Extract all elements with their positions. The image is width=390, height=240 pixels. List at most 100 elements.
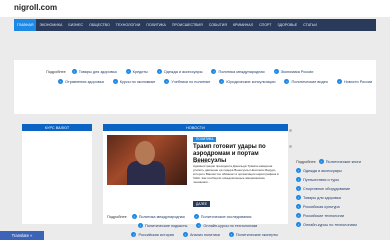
chevron-right-icon: ›: [296, 204, 301, 209]
news-summary: Администрация президента Дональда Трампа…: [193, 164, 279, 184]
promo-link[interactable]: › Политика международная: [211, 69, 265, 74]
promo-link[interactable]: › Одежда и аксессуары: [156, 69, 203, 74]
sidebar-row: › Онлайн-курсы по технологиям: [296, 220, 376, 229]
promo-links-block: Подробнее › Товары для здоровья › Кредиты › О…: [14, 60, 376, 114]
chevron-right-icon: ›: [196, 223, 202, 228]
news-category-tag[interactable]: ПОЛИТИКА: [193, 137, 217, 142]
sidebar-link-label: Путешествия и туры: [303, 177, 340, 182]
promo-link[interactable]: › Кредиты: [125, 69, 148, 74]
bottom-link-label: Политические эксперты: [235, 232, 278, 237]
nav-item[interactable]: СОБЫТИЯ: [206, 19, 230, 31]
sidebar-link-label: Спортивное оборудование: [303, 186, 351, 191]
sidebar-row: › Спортивное оборудование: [296, 184, 376, 193]
chevron-right-icon: ›: [219, 79, 225, 84]
sidebar-link[interactable]: › Одежда и аксессуары: [296, 168, 342, 173]
promo-label: Подробнее: [46, 69, 66, 74]
promo-link-label: Политика международная: [218, 69, 265, 74]
bottom-link-label: Политические исследования: [200, 214, 252, 219]
main-nav: ГЛАВНАЯ ЭКОНОМИКА БИЗНЕС ОБЩЕСТВО ТЕХНОЛОГИИ…: [14, 19, 376, 31]
bottom-link[interactable]: › Политические эксперты: [228, 232, 278, 237]
chevron-right-icon: ›: [58, 79, 63, 84]
chevron-right-icon: ›: [71, 69, 77, 74]
links-row: › Политические подкасты › Онлайн-курсы по т…: [107, 221, 287, 230]
promo-link[interactable]: › Курсы по экономике: [112, 79, 155, 84]
site-logo[interactable]: nigroll.com: [14, 3, 57, 12]
promo-link-label: Экономика России: [280, 69, 314, 74]
sidebar-link-label: Политические книги: [325, 159, 361, 164]
sidebar-link[interactable]: › Товары для здоровья: [296, 195, 341, 200]
chevron-right-icon: ›: [296, 186, 301, 191]
promo-link[interactable]: › Юридические консультации: [219, 79, 275, 84]
carousel-dot[interactable]: [289, 129, 292, 132]
sidebar-link[interactable]: › Путешествия и туры: [296, 177, 339, 182]
sidebar-label: Подробнее: [296, 159, 316, 164]
bottom-link[interactable]: › Политика международная: [131, 214, 185, 219]
chevron-right-icon: ›: [138, 223, 143, 228]
bottom-link-label: Анализ политики: [189, 232, 220, 237]
chevron-right-icon: ›: [193, 214, 199, 219]
bottom-link-label: Российская история: [138, 232, 174, 237]
promo-link[interactable]: › Учебники по политике: [164, 79, 210, 84]
bottom-link-label: Политические подкасты: [145, 223, 188, 228]
promo-link[interactable]: › Политические видео: [284, 79, 328, 84]
promo-link-label: Отравления здоровья: [65, 79, 104, 84]
chevron-right-icon: ›: [296, 168, 301, 173]
promo-link-label: Товары для здоровья: [78, 69, 117, 74]
nav-item[interactable]: ЭКОНОМИКА: [36, 19, 65, 31]
read-more-button[interactable]: ДАЛЕЕ: [193, 201, 211, 207]
nav-item[interactable]: ГЛАВНАЯ: [14, 19, 37, 31]
chevron-right-icon: ›: [284, 79, 290, 84]
chevron-right-icon: ›: [131, 214, 137, 219]
person-face: [135, 141, 155, 165]
chevron-right-icon: ›: [182, 232, 188, 237]
nav-item[interactable]: СПОРТ: [256, 19, 274, 31]
nav-item[interactable]: БИЗНЕС: [65, 19, 86, 31]
promo-link[interactable]: › Новости России: [336, 79, 372, 84]
chevron-right-icon: ›: [164, 79, 170, 84]
promo-row-1: Подробнее › Товары для здоровья › Кредиты › О…: [46, 69, 322, 74]
promo-row-2: › Отравления здоровья › Курсы по экономике ›…: [58, 79, 381, 84]
currency-panel-title: КУРС ВАЛЮТ: [22, 124, 92, 131]
chevron-right-icon: ›: [228, 232, 234, 237]
promo-link-label: Кредиты: [132, 69, 148, 74]
bottom-link[interactable]: › Анализ политики: [182, 232, 220, 237]
nav-item[interactable]: ПРОИСШЕСТВИЯ: [169, 19, 206, 31]
promo-link[interactable]: › Товары для здоровья: [71, 69, 117, 74]
promo-link[interactable]: › Экономика России: [273, 69, 314, 74]
links-row: › Российская история › Анализ политики › Поли…: [107, 230, 287, 239]
site-header: nigroll.com: [0, 0, 390, 17]
chevron-right-icon: ›: [112, 79, 118, 84]
nav-item[interactable]: ОБЩЕСТВО: [86, 19, 113, 31]
chevron-right-icon: ›: [296, 222, 301, 227]
nav-item[interactable]: КРИМИНАЛ: [230, 19, 256, 31]
promo-link-label: Юридические консультации: [226, 79, 276, 84]
bottom-link[interactable]: › Политические исследования: [193, 214, 252, 219]
nav-item[interactable]: ЗДОРОВЬЕ: [274, 19, 300, 31]
sidebar-row: › Путешествия и туры: [296, 175, 376, 184]
chevron-right-icon: ›: [336, 79, 342, 84]
chevron-right-icon: ›: [131, 232, 137, 237]
nav-item[interactable]: ТЕХНОЛОГИИ: [113, 19, 144, 31]
translate-button[interactable]: Translate »: [0, 231, 44, 240]
news-image[interactable]: [107, 135, 187, 185]
sidebar-row: › Российские технологии: [296, 211, 376, 220]
bottom-link[interactable]: › Политические подкасты: [138, 223, 187, 228]
bottom-link[interactable]: › Онлайн-курсы по технологиям: [196, 223, 257, 228]
bottom-link[interactable]: › Российская история: [131, 232, 174, 237]
chevron-right-icon: ›: [125, 69, 131, 74]
bottom-link-label: Политика международная: [138, 214, 185, 219]
sidebar-link[interactable]: › Политические книги: [318, 159, 361, 164]
promo-link[interactable]: › Отравления здоровья: [58, 79, 104, 84]
sidebar-link[interactable]: › Онлайн-курсы по технологиям: [296, 222, 357, 227]
sidebar-link[interactable]: › Спортивное оборудование: [296, 186, 350, 191]
nav-item[interactable]: ПОЛИТИКА: [143, 19, 169, 31]
sidebar-link[interactable]: › Российская культура: [296, 204, 340, 209]
sidebar-row: › Одежда и аксессуары: [296, 166, 376, 175]
chevron-right-icon: ›: [156, 69, 162, 74]
sidebar-link[interactable]: › Российские технологии: [296, 213, 344, 218]
carousel-dot[interactable]: [289, 145, 292, 148]
promo-link-label: Одежда и аксессуары: [163, 69, 203, 74]
nav-item[interactable]: СТАТЬИ: [300, 19, 320, 31]
sidebar-link-label: Товары для здоровья: [303, 195, 341, 200]
promo-link-label: Учебники по политике: [171, 79, 211, 84]
